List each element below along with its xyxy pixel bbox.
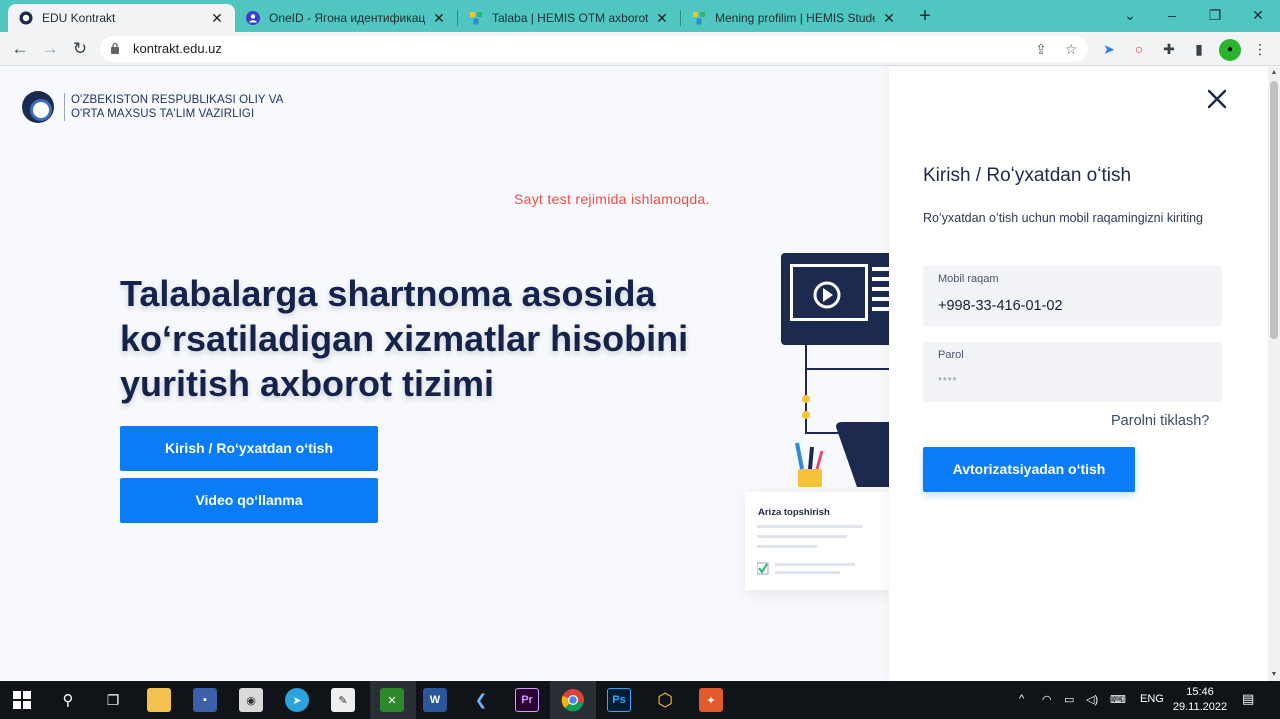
edu-favicon-icon [18, 10, 34, 26]
scroll-up-icon[interactable]: ▲ [1268, 67, 1280, 79]
tab-oneid[interactable]: OneID - Ягона идентификация т ✕ [235, 4, 457, 32]
browser-toolbar: ← → ↻ kontrakt.edu.uz ⇪ ☆ ➤ ○ ✚ ▮ ● ⋮ [0, 32, 1280, 66]
close-tab-icon[interactable]: ✕ [881, 10, 897, 27]
close-icon[interactable] [1205, 87, 1229, 111]
close-tab-icon[interactable]: ✕ [654, 10, 670, 27]
volume-icon[interactable]: ◁) [1086, 693, 1098, 706]
extension-opera-icon[interactable]: ○ [1129, 39, 1149, 59]
tab-hemis-student[interactable]: Mening profilim | HEMIS Student ✕ [681, 4, 907, 32]
extension-arrow-icon[interactable]: ➤ [1099, 39, 1119, 59]
test-mode-notice: Sayt test rejimida ishlamoqda. [514, 191, 710, 207]
reload-icon[interactable]: ↻ [68, 37, 92, 61]
logo-divider [64, 93, 65, 121]
close-tab-icon[interactable]: ✕ [431, 10, 447, 27]
ministry-name-line2: O'RTA MAXSUS TA'LIM VAZIRLIGI [71, 108, 255, 120]
password-label: Parol [938, 349, 964, 361]
ministry-logo[interactable]: O'ZBEKISTON RESPUBLIKASI OLIY VA O'RTA M… [22, 91, 283, 123]
search-icon[interactable]: ⚲ [56, 688, 80, 712]
panel-subtitle: Roʻyxatdan oʻtish uchun mobil raqamingiz… [923, 211, 1203, 225]
scroll-down-icon[interactable]: ▼ [1268, 669, 1280, 681]
new-tab-button[interactable]: + [914, 6, 936, 28]
card-title: Ariza topshirish [758, 507, 830, 518]
close-window-icon[interactable]: ✕ [1244, 4, 1272, 26]
extensions-puzzle-icon[interactable]: ✚ [1159, 39, 1179, 59]
phone-input[interactable]: +998-33-416-01-02 [938, 298, 1063, 314]
tab-title: Mening profilim | HEMIS Student [715, 11, 875, 25]
wifi-icon[interactable]: ◠ [1042, 693, 1052, 706]
password-field[interactable]: Parol **** [923, 342, 1222, 402]
ministry-name: O'ZBEKISTON RESPUBLIKASI OLIY VA O'RTA M… [71, 93, 283, 121]
premiere-icon[interactable]: Pr [515, 688, 539, 712]
minimize-icon[interactable]: – [1158, 4, 1186, 26]
share-icon[interactable]: ⇪ [1032, 40, 1050, 58]
browser-menu-icon[interactable]: ⋮ [1250, 39, 1270, 59]
notepad-icon[interactable]: ✎ [331, 688, 355, 712]
tab-title: OneID - Ягона идентификация т [269, 11, 425, 25]
task-view-icon[interactable]: ❐ [101, 688, 125, 712]
file-explorer-icon[interactable] [147, 688, 171, 712]
excel-like-icon[interactable]: ✕ [380, 688, 404, 712]
clock-time: 15:46 [1186, 686, 1214, 698]
close-tab-icon[interactable]: ✕ [209, 10, 225, 27]
tab-title: Talaba | HEMIS OTM axborot tizir [492, 11, 648, 25]
ministry-emblem-icon [22, 91, 54, 123]
side-panel-icon[interactable]: ▮ [1189, 39, 1209, 59]
language-indicator[interactable]: ENG [1140, 693, 1164, 705]
windows-start-icon[interactable] [10, 688, 34, 712]
forgot-password-link[interactable]: Parolni tiklash? [1111, 413, 1209, 429]
clock[interactable]: 15:46 29.11.2022 [1170, 685, 1230, 715]
hexagon-app-icon[interactable]: ⬡ [653, 688, 677, 712]
authorize-button[interactable]: Avtorizatsiyadan oʻtish [923, 447, 1135, 492]
tray-expand-icon[interactable]: ^ [1019, 693, 1024, 705]
tab-strip: EDU Kontrakt ✕ OneID - Ягона идентификац… [0, 0, 1280, 32]
tab-hemis-otm[interactable]: Talaba | HEMIS OTM axborot tizir ✕ [458, 4, 680, 32]
photoshop-icon[interactable]: Ps [607, 688, 631, 712]
scrollbar-thumb[interactable] [1270, 81, 1278, 339]
chrome-icon[interactable] [561, 688, 585, 712]
phone-field[interactable]: Mobil raqam +998-33-416-01-02 [923, 266, 1222, 326]
password-input[interactable]: **** [938, 376, 958, 387]
forward-icon[interactable]: → [38, 37, 62, 61]
ministry-name-line1: O'ZBEKISTON RESPUBLIKASI OLIY VA [71, 94, 284, 106]
hemis-favicon-icon [468, 10, 484, 26]
telegram-icon[interactable]: ➤ [285, 688, 309, 712]
hero-title: Talabalarga shartnoma asosida koʻrsatila… [120, 273, 689, 404]
restore-icon[interactable]: ❐ [1201, 4, 1229, 26]
address-bar[interactable]: kontrakt.edu.uz ⇪ ☆ [100, 36, 1088, 62]
app-icon[interactable]: ✦ [699, 688, 723, 712]
taskbar: ⚲ ❐ ▪ ◉ ➤ ✎ ✕ W ❮ Pr Ps ⬡ ✦ ^ ◠ ▭ ◁) ⌨ E… [0, 681, 1280, 719]
notifications-icon[interactable]: ▤ [1242, 691, 1254, 707]
clock-date: 29.11.2022 [1172, 701, 1228, 713]
lock-icon [111, 42, 119, 54]
url-text: kontrakt.edu.uz [133, 41, 222, 56]
page-content: O'ZBEKISTON RESPUBLIKASI OLIY VA O'RTA M… [0, 67, 1268, 681]
app-icon[interactable]: ◉ [239, 688, 263, 712]
back-icon[interactable]: ← [8, 37, 32, 61]
tab-search-icon[interactable]: ⌄ [1116, 4, 1144, 26]
login-panel: Kirish / Roʻyxatdan oʻtish Roʻyxatdan oʻ… [889, 67, 1268, 681]
profile-avatar-icon[interactable]: ● [1219, 39, 1241, 61]
floppy-app-icon[interactable]: ▪ [193, 688, 217, 712]
phone-label: Mobil raqam [938, 273, 999, 285]
hemis-favicon-icon [691, 10, 707, 26]
battery-icon[interactable]: ▭ [1064, 693, 1074, 706]
card-lines-icon [757, 525, 862, 575]
tab-title: EDU Kontrakt [42, 11, 116, 25]
panel-title: Kirish / Roʻyxatdan oʻtish [923, 165, 1132, 186]
tab-edu-kontrakt[interactable]: EDU Kontrakt ✕ [8, 4, 235, 32]
application-card: Ariza topshirish [745, 492, 890, 590]
login-register-button[interactable]: Kirish / Roʻyxatdan oʻtish [120, 426, 378, 471]
oneid-favicon-icon [245, 10, 261, 26]
page-scrollbar[interactable]: ▲ ▼ [1268, 67, 1280, 681]
bookmark-star-icon[interactable]: ☆ [1062, 40, 1080, 58]
video-guide-button[interactable]: Video qoʻllanma [120, 478, 378, 523]
app-swirl-icon[interactable]: ❮ [469, 688, 493, 712]
keyboard-icon[interactable]: ⌨ [1110, 693, 1126, 706]
word-icon[interactable]: W [423, 688, 447, 712]
